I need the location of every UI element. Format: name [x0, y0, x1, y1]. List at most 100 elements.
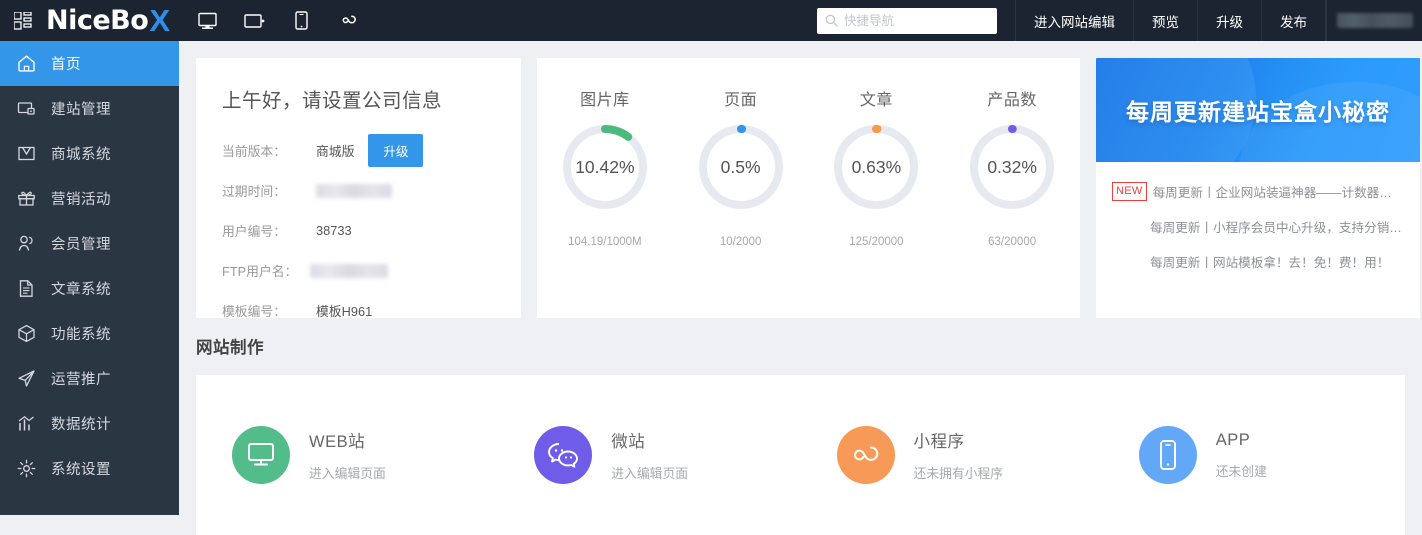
make-item-wechat-site[interactable]: 微站 进入编辑页面 — [498, 426, 800, 484]
stat-pages: 页面 0.5% 10/2000 — [673, 58, 809, 318]
stat-percent: 0.32% — [987, 156, 1037, 177]
stat-subtext: 10/2000 — [719, 236, 762, 248]
upgrade-button[interactable]: 升级 — [1197, 0, 1261, 41]
info-value: 商城版 — [316, 144, 355, 159]
info-row-template-id: 模板编号： 模板H961 — [222, 296, 521, 325]
news-title: 每周更新丨企业网站装逼神器——计数器已… — [1152, 186, 1404, 200]
enter-site-editor-button[interactable]: 进入网站编辑 — [1015, 0, 1133, 41]
brand-name: NiceBo — [46, 5, 149, 36]
monitor-icon — [248, 443, 274, 466]
site-icon — [17, 99, 43, 118]
company-info-card: 上午好，请设置公司信息 当前版本： 商城版 升级 过期时间： 用户编号： 387… — [196, 58, 521, 319]
banner-title: 每周更新建站宝盒小秘密 — [1126, 99, 1390, 125]
make-text: 小程序 还未拥有小程序 — [914, 428, 1004, 482]
top-actions: 进入网站编辑 预览 升级 发布 — [1015, 0, 1326, 41]
sidebar-item-label: 建站管理 — [51, 102, 111, 118]
info-label: 用户编号： — [222, 224, 286, 239]
info-row-ftp-user: FTP用户名： — [222, 256, 521, 285]
news-item[interactable]: NEW 每周更新丨企业网站装逼神器——计数器已… — [1112, 174, 1404, 209]
user-account-area[interactable] — [1326, 0, 1422, 41]
info-row-version: 当前版本： 商城版 升级 — [222, 134, 521, 167]
stat-title: 产品数 — [987, 92, 1037, 109]
sidebar-item-promotion[interactable]: 运营推广 — [0, 356, 179, 401]
sidebar-item-site-management[interactable]: 建站管理 — [0, 86, 179, 131]
make-name: APP — [1215, 430, 1251, 449]
sidebar-item-articles[interactable]: 文章系统 — [0, 266, 179, 311]
miniprogram-icon[interactable] — [325, 0, 372, 41]
info-value-blurred — [310, 263, 388, 278]
greeting-title: 上午好，请设置公司信息 — [222, 90, 443, 112]
brand-logo[interactable]: NiceBo X — [46, 0, 170, 41]
donut-chart: 0.5% — [695, 121, 787, 213]
make-sub: 进入编辑页面 — [611, 466, 689, 481]
stat-percent: 10.42% — [575, 156, 635, 177]
members-icon — [17, 234, 43, 253]
dashboard-top-row: 上午好，请设置公司信息 当前版本： 商城版 升级 过期时间： 用户编号： 387… — [196, 58, 1420, 319]
gift-icon — [17, 189, 43, 208]
info-label: FTP用户名： — [222, 264, 298, 279]
info-label: 模板编号： — [222, 304, 286, 319]
make-sub: 还未拥有小程序 — [913, 466, 1004, 481]
info-value: 38733 — [316, 223, 352, 238]
make-text: APP 还未创建 — [1216, 431, 1267, 480]
make-item-app[interactable]: APP 还未创建 — [1103, 426, 1405, 484]
publish-button[interactable]: 发布 — [1261, 0, 1326, 41]
info-row-expiry: 过期时间： — [222, 176, 521, 205]
search-box[interactable] — [817, 7, 997, 34]
new-badge: NEW — [1112, 182, 1147, 201]
upgrade-plan-button[interactable]: 升级 — [368, 134, 424, 167]
sidebar-item-label: 商城系统 — [51, 147, 111, 163]
make-sub: 还未创建 — [1215, 463, 1267, 479]
news-item[interactable]: 每周更新丨网站模板拿！去！免！费！用！ — [1112, 244, 1404, 279]
make-text: 微站 进入编辑页面 — [611, 428, 688, 482]
stat-subtext: 63/20000 — [988, 236, 1037, 248]
news-item[interactable]: 每周更新丨小程序会员中心升级，支持分销… — [1112, 209, 1404, 244]
website-creation-card: WEB站 进入编辑页面 微站 进入编辑页面 小程序 还未拥有小程序 APP 还未… — [196, 375, 1405, 535]
search-icon — [825, 14, 838, 27]
app-circle — [1138, 426, 1197, 484]
miniprogram-icon — [853, 446, 878, 461]
app-grid-icon[interactable] — [0, 0, 46, 41]
main-content: 上午好，请设置公司信息 当前版本： 商城版 升级 过期时间： 用户编号： 387… — [179, 41, 1422, 535]
wechat-circle — [534, 426, 593, 484]
tablet-icon[interactable] — [231, 0, 278, 41]
info-label: 过期时间： — [222, 184, 286, 199]
mobile-icon[interactable] — [278, 0, 325, 41]
sidebar-item-label: 会员管理 — [51, 237, 111, 253]
monitor-icon[interactable] — [184, 0, 231, 41]
quick-nav-search — [817, 7, 997, 34]
sidebar-item-members[interactable]: 会员管理 — [0, 221, 179, 266]
sidebar-item-statistics[interactable]: 数据统计 — [0, 401, 179, 446]
promote-icon — [17, 369, 43, 388]
make-name: 微站 — [611, 433, 646, 451]
news-card: 每周更新建站宝盒小秘密 NEW 每周更新丨企业网站装逼神器——计数器已… 每周更… — [1096, 58, 1420, 318]
stat-articles: 文章 0.63% 125/20000 — [809, 58, 945, 318]
sidebar-item-label: 营销活动 — [51, 192, 111, 208]
search-input[interactable] — [844, 8, 989, 33]
donut-chart: 10.42% — [559, 121, 651, 213]
device-preview-icons — [184, 0, 372, 41]
make-item-miniprogram[interactable]: 小程序 还未拥有小程序 — [801, 426, 1103, 484]
user-name-blurred — [1336, 13, 1413, 28]
info-value: 模板H961 — [316, 304, 373, 319]
sidebar-item-marketing[interactable]: 营销活动 — [0, 176, 179, 221]
top-bar: NiceBo X 快捷导航 进入网站编辑 预览 升级 发布 — [0, 0, 1422, 41]
make-item-web[interactable]: WEB站 进入编辑页面 — [196, 426, 498, 484]
web-circle — [232, 426, 290, 484]
sidebar-item-label: 首页 — [51, 57, 81, 73]
news-banner[interactable]: 每周更新建站宝盒小秘密 — [1096, 58, 1420, 162]
chart-icon — [17, 414, 43, 433]
shop-icon — [17, 144, 43, 163]
news-list: NEW 每周更新丨企业网站装逼神器——计数器已… 每周更新丨小程序会员中心升级，… — [1096, 162, 1420, 279]
wechat-icon — [548, 443, 579, 468]
sidebar-item-label: 功能系统 — [51, 327, 111, 343]
sidebar-item-settings[interactable]: 系统设置 — [0, 446, 179, 491]
sidebar-item-home[interactable]: 首页 — [0, 41, 179, 86]
sidebar-item-shop-system[interactable]: 商城系统 — [0, 131, 179, 176]
stat-percent: 0.63% — [851, 156, 902, 177]
news-title: 每周更新丨小程序会员中心升级，支持分销… — [1150, 221, 1402, 235]
info-row-user-id: 用户编号： 38733 — [222, 216, 521, 245]
sidebar-item-features[interactable]: 功能系统 — [0, 311, 179, 356]
brand-accent-letter: X — [149, 2, 170, 38]
preview-button[interactable]: 预览 — [1133, 0, 1197, 41]
